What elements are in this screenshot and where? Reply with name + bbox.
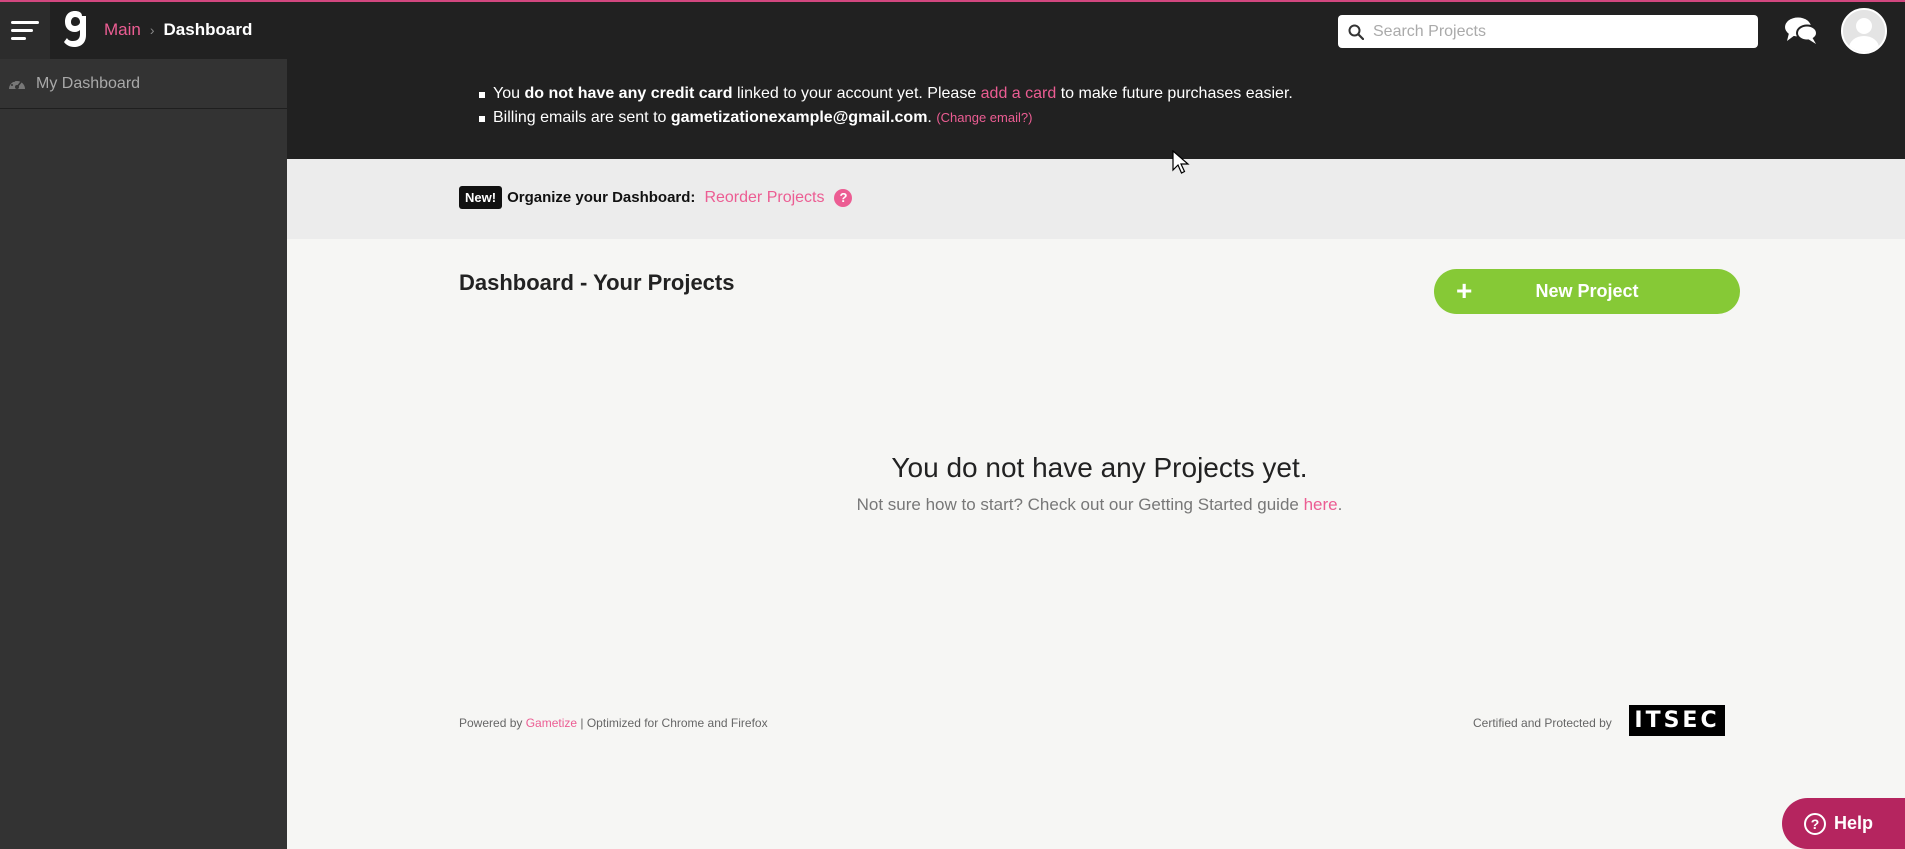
itsec-logo: ITSEC	[1629, 705, 1725, 736]
organize-dashboard-strip: New! Organize your Dashboard: Reorder Pr…	[287, 159, 1905, 239]
footer-text: Powered by	[459, 716, 526, 730]
search-input[interactable]	[1373, 22, 1743, 41]
search-box	[1338, 15, 1758, 48]
avatar[interactable]	[1841, 8, 1887, 54]
top-navigation-bar: Main › Dashboard	[0, 0, 1905, 59]
chevron-right-icon: ›	[149, 22, 155, 38]
breadcrumb-current: Dashboard	[163, 20, 253, 39]
new-project-button[interactable]: + New Project	[1434, 269, 1740, 314]
help-label: Help	[1834, 813, 1874, 833]
search-icon	[1348, 24, 1364, 40]
add-card-link[interactable]: add a card	[981, 85, 1057, 102]
empty-state-text: .	[1337, 495, 1343, 514]
footer-text: | Optimized for Chrome and Firefox	[577, 716, 768, 730]
empty-state-subtitle: Not sure how to start? Check out our Get…	[287, 495, 1905, 515]
notice-text: linked to your account yet. Please	[732, 85, 981, 102]
page-title: Dashboard - Your Projects	[459, 270, 735, 295]
empty-state-title: You do not have any Projects yet.	[891, 452, 1308, 483]
chat-bubbles-icon[interactable]	[1784, 16, 1818, 46]
new-badge: New!	[459, 186, 503, 209]
billing-notice-list: You do not have any credit card linked t…	[479, 85, 1293, 133]
question-help-icon[interactable]: ?	[834, 188, 853, 207]
help-button[interactable]: ? Help	[1782, 798, 1905, 849]
empty-state-text: Not sure how to start? Check out our Get…	[856, 495, 1304, 514]
credit-card-notice: You do not have any credit card linked t…	[479, 85, 1293, 103]
billing-email: gametizationexample@gmail.com	[670, 109, 928, 126]
footer-powered-by: Powered by Gametize | Optimized for Chro…	[459, 716, 768, 730]
sidebar: My Dashboard	[0, 59, 287, 849]
sidebar-item-label: My Dashboard	[36, 74, 141, 92]
getting-started-link[interactable]: here	[1304, 495, 1338, 514]
dashboard-gauge-icon	[9, 78, 25, 89]
organize-label: Organize your Dashboard:	[507, 189, 696, 206]
hamburger-menu-icon[interactable]	[0, 2, 50, 59]
sidebar-item-my-dashboard[interactable]: My Dashboard	[0, 59, 287, 109]
new-project-label: New Project	[1535, 281, 1639, 301]
breadcrumb: Main › Dashboard	[104, 20, 252, 40]
footer-certified: Certified and Protected by	[1473, 716, 1612, 730]
billing-notice: You do not have any credit card linked t…	[287, 59, 1905, 159]
reorder-projects-link[interactable]: Reorder Projects	[704, 189, 824, 207]
notice-text: .	[927, 109, 937, 126]
breadcrumb-main-link[interactable]: Main	[104, 20, 141, 40]
notice-text: to make future purchases easier.	[1056, 85, 1293, 102]
change-email-link[interactable]: (Change email?)	[936, 110, 1032, 125]
user-avatar-icon	[1843, 10, 1885, 52]
notice-text: You	[493, 85, 525, 102]
question-circle-icon: ?	[1804, 812, 1826, 835]
notice-text: Billing emails are sent to	[493, 109, 671, 126]
gametize-link[interactable]: Gametize	[526, 716, 577, 730]
mouse-cursor-icon	[1172, 150, 1190, 174]
plus-icon: +	[1456, 275, 1473, 306]
gametize-logo[interactable]	[62, 10, 90, 48]
notice-bold-text: do not have any credit card	[524, 85, 733, 102]
billing-email-notice: Billing emails are sent to gametizatione…	[479, 109, 1293, 127]
